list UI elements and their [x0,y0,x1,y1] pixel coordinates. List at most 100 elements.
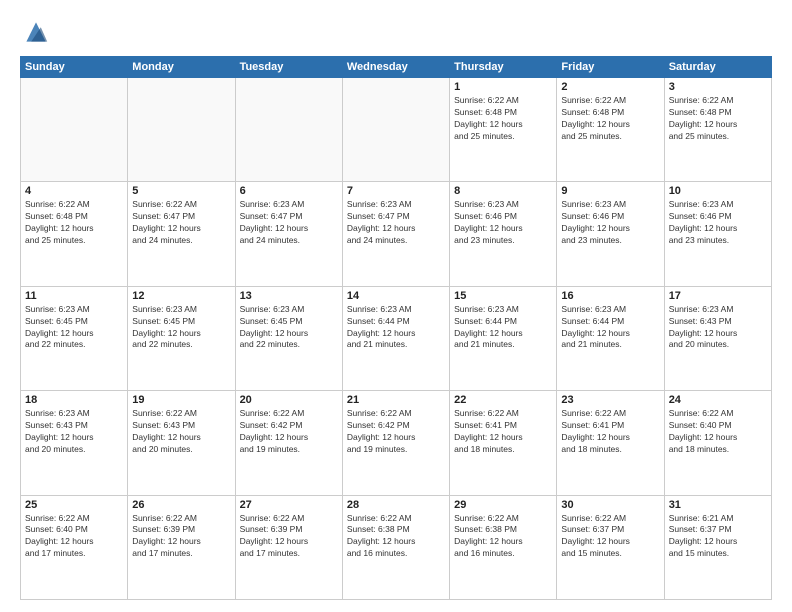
page: SundayMondayTuesdayWednesdayThursdayFrid… [0,0,792,612]
day-number: 6 [240,185,338,197]
day-number: 25 [25,499,123,511]
day-number: 11 [25,290,123,302]
calendar-cell: 28 Sunrise: 6:22 AM Sunset: 6:38 PM Dayli… [342,495,449,599]
day-info: Sunrise: 6:23 AM Sunset: 6:47 PM Dayligh… [347,199,445,247]
day-number: 27 [240,499,338,511]
day-info: Sunrise: 6:22 AM Sunset: 6:39 PM Dayligh… [240,513,338,561]
day-info: Sunrise: 6:22 AM Sunset: 6:47 PM Dayligh… [132,199,230,247]
day-number: 23 [561,394,659,406]
calendar-week-2: 4 Sunrise: 6:22 AM Sunset: 6:48 PM Daylig… [21,182,772,286]
day-number: 8 [454,185,552,197]
calendar-cell [235,78,342,182]
day-number: 13 [240,290,338,302]
calendar-cell: 9Sunrise: 6:23 AM Sunset: 6:46 PM Daylig… [557,182,664,286]
calendar-week-1: 1 Sunrise: 6:22 AM Sunset: 6:48 PM Daylig… [21,78,772,182]
calendar-header-sunday: Sunday [21,57,128,78]
calendar-cell: 6 Sunrise: 6:23 AM Sunset: 6:47 PM Daylig… [235,182,342,286]
day-number: 20 [240,394,338,406]
day-info: Sunrise: 6:22 AM Sunset: 6:48 PM Dayligh… [454,95,552,143]
day-info: Sunrise: 6:22 AM Sunset: 6:48 PM Dayligh… [25,199,123,247]
day-number: 3 [669,81,767,93]
calendar-cell: 19 Sunrise: 6:22 AM Sunset: 6:43 PM Dayli… [128,391,235,495]
calendar-cell: 16 Sunrise: 6:23 AM Sunset: 6:44 PM Dayli… [557,286,664,390]
calendar-table: SundayMondayTuesdayWednesdayThursdayFrid… [20,56,772,600]
day-number: 19 [132,394,230,406]
calendar-cell: 26 Sunrise: 6:22 AM Sunset: 6:39 PM Dayli… [128,495,235,599]
calendar-cell: 11 Sunrise: 6:23 AM Sunset: 6:45 PM Dayli… [21,286,128,390]
day-info: Sunrise: 6:23 AM Sunset: 6:45 PM Dayligh… [25,304,123,352]
calendar-cell: 13 Sunrise: 6:23 AM Sunset: 6:45 PM Dayli… [235,286,342,390]
calendar-cell: 3 Sunrise: 6:22 AM Sunset: 6:48 PM Daylig… [664,78,771,182]
day-info: Sunrise: 6:22 AM Sunset: 6:37 PM Dayligh… [561,513,659,561]
day-number: 7 [347,185,445,197]
day-info: Sunrise: 6:23 AM Sunset: 6:46 PM Dayligh… [669,199,767,247]
calendar-cell: 8 Sunrise: 6:23 AM Sunset: 6:46 PM Daylig… [450,182,557,286]
day-info: Sunrise: 6:23 AM Sunset: 6:43 PM Dayligh… [669,304,767,352]
day-info: Sunrise: 6:22 AM Sunset: 6:40 PM Dayligh… [25,513,123,561]
calendar-cell: 31Sunrise: 6:21 AM Sunset: 6:37 PM Dayli… [664,495,771,599]
calendar-cell: 30Sunrise: 6:22 AM Sunset: 6:37 PM Dayli… [557,495,664,599]
logo [20,16,56,48]
calendar-cell: 1 Sunrise: 6:22 AM Sunset: 6:48 PM Daylig… [450,78,557,182]
day-info: Sunrise: 6:22 AM Sunset: 6:38 PM Dayligh… [454,513,552,561]
day-number: 10 [669,185,767,197]
calendar-cell: 27 Sunrise: 6:22 AM Sunset: 6:39 PM Dayli… [235,495,342,599]
day-number: 15 [454,290,552,302]
calendar-cell: 21 Sunrise: 6:22 AM Sunset: 6:42 PM Dayli… [342,391,449,495]
day-number: 31 [669,499,767,511]
calendar-header-thursday: Thursday [450,57,557,78]
day-number: 9 [561,185,659,197]
day-info: Sunrise: 6:23 AM Sunset: 6:45 PM Dayligh… [240,304,338,352]
day-info: Sunrise: 6:22 AM Sunset: 6:48 PM Dayligh… [561,95,659,143]
calendar-cell: 5Sunrise: 6:22 AM Sunset: 6:47 PM Daylig… [128,182,235,286]
header [20,16,772,48]
day-info: Sunrise: 6:22 AM Sunset: 6:39 PM Dayligh… [132,513,230,561]
day-info: Sunrise: 6:22 AM Sunset: 6:41 PM Dayligh… [561,408,659,456]
calendar-header-friday: Friday [557,57,664,78]
day-info: Sunrise: 6:22 AM Sunset: 6:42 PM Dayligh… [347,408,445,456]
day-info: Sunrise: 6:23 AM Sunset: 6:47 PM Dayligh… [240,199,338,247]
calendar-cell [21,78,128,182]
day-info: Sunrise: 6:23 AM Sunset: 6:44 PM Dayligh… [561,304,659,352]
day-number: 24 [669,394,767,406]
calendar-cell: 17Sunrise: 6:23 AM Sunset: 6:43 PM Dayli… [664,286,771,390]
day-number: 12 [132,290,230,302]
calendar-cell: 10 Sunrise: 6:23 AM Sunset: 6:46 PM Dayli… [664,182,771,286]
day-info: Sunrise: 6:22 AM Sunset: 6:43 PM Dayligh… [132,408,230,456]
calendar-header-tuesday: Tuesday [235,57,342,78]
logo-icon [20,16,52,48]
calendar-cell: 2 Sunrise: 6:22 AM Sunset: 6:48 PM Daylig… [557,78,664,182]
calendar-cell: 4 Sunrise: 6:22 AM Sunset: 6:48 PM Daylig… [21,182,128,286]
day-number: 4 [25,185,123,197]
calendar-cell: 24 Sunrise: 6:22 AM Sunset: 6:40 PM Dayli… [664,391,771,495]
day-number: 18 [25,394,123,406]
day-number: 21 [347,394,445,406]
day-info: Sunrise: 6:22 AM Sunset: 6:42 PM Dayligh… [240,408,338,456]
calendar-week-5: 25 Sunrise: 6:22 AM Sunset: 6:40 PM Dayli… [21,495,772,599]
calendar-week-4: 18Sunrise: 6:23 AM Sunset: 6:43 PM Dayli… [21,391,772,495]
day-number: 29 [454,499,552,511]
day-info: Sunrise: 6:23 AM Sunset: 6:44 PM Dayligh… [347,304,445,352]
calendar-cell [128,78,235,182]
day-info: Sunrise: 6:22 AM Sunset: 6:40 PM Dayligh… [669,408,767,456]
calendar-cell: 18Sunrise: 6:23 AM Sunset: 6:43 PM Dayli… [21,391,128,495]
calendar-header-saturday: Saturday [664,57,771,78]
day-number: 28 [347,499,445,511]
day-info: Sunrise: 6:22 AM Sunset: 6:48 PM Dayligh… [669,95,767,143]
calendar-cell: 29 Sunrise: 6:22 AM Sunset: 6:38 PM Dayli… [450,495,557,599]
day-info: Sunrise: 6:23 AM Sunset: 6:46 PM Dayligh… [454,199,552,247]
calendar-cell: 22Sunrise: 6:22 AM Sunset: 6:41 PM Dayli… [450,391,557,495]
day-number: 2 [561,81,659,93]
day-number: 22 [454,394,552,406]
calendar-cell: 12 Sunrise: 6:23 AM Sunset: 6:45 PM Dayli… [128,286,235,390]
calendar-cell: 25 Sunrise: 6:22 AM Sunset: 6:40 PM Dayli… [21,495,128,599]
calendar-cell: 20 Sunrise: 6:22 AM Sunset: 6:42 PM Dayli… [235,391,342,495]
calendar-cell: 7 Sunrise: 6:23 AM Sunset: 6:47 PM Daylig… [342,182,449,286]
day-number: 26 [132,499,230,511]
day-number: 1 [454,81,552,93]
calendar-header-monday: Monday [128,57,235,78]
day-info: Sunrise: 6:23 AM Sunset: 6:45 PM Dayligh… [132,304,230,352]
day-info: Sunrise: 6:22 AM Sunset: 6:38 PM Dayligh… [347,513,445,561]
day-number: 16 [561,290,659,302]
day-number: 14 [347,290,445,302]
